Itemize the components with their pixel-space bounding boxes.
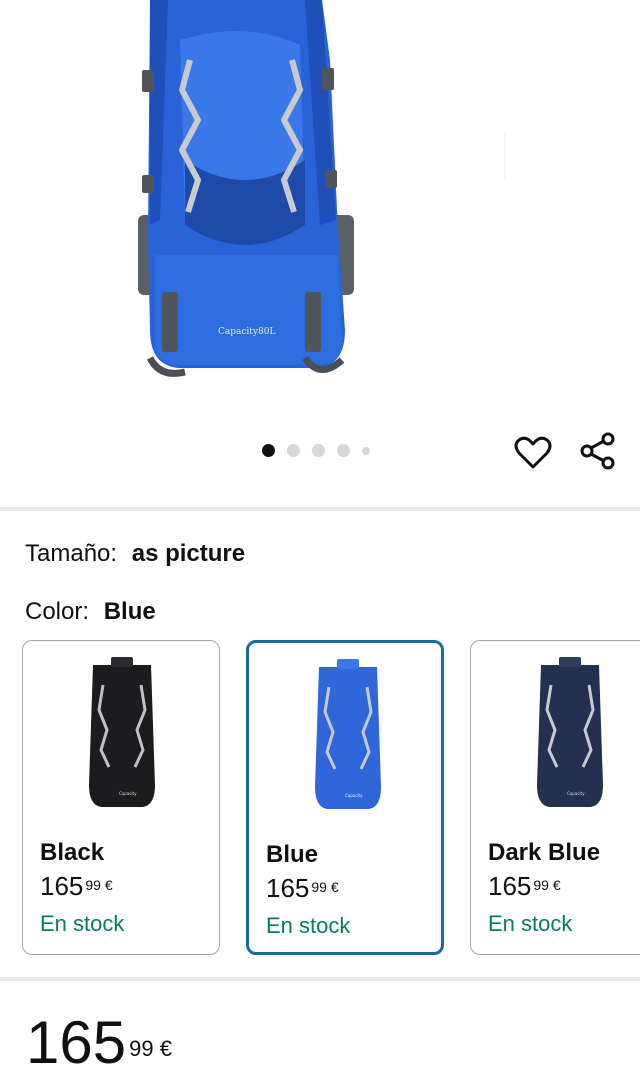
color-swatch-list: Capacity Black 165 99 € En stock Capacity… [22, 640, 640, 958]
product-price: 165 99 € [26, 1010, 172, 1076]
swatch-blue[interactable]: Capacity Blue 165 99 € En stock [246, 640, 444, 955]
swatch-black[interactable]: Capacity Black 165 99 € En stock [22, 640, 220, 955]
dark-blue-backpack-thumbnail: Capacity [537, 657, 603, 807]
carousel-dot[interactable] [312, 444, 325, 457]
image-carousel-dots[interactable] [262, 444, 370, 457]
swatch-name: Dark Blue [488, 839, 601, 866]
blue-backpack-thumbnail: Capacity [315, 659, 381, 809]
color-label: Color: [25, 598, 90, 625]
color-selector-heading: Color: Blue [25, 598, 156, 626]
size-value: as picture [131, 540, 246, 567]
swatch-price: 165 99 € [488, 871, 561, 901]
swatch-price: 165 99 € [40, 871, 113, 901]
price-fraction: 99 € [129, 1036, 172, 1061]
svg-text:Capacity: Capacity [345, 793, 363, 798]
product-page: Capacity80L Tamaño: as picture Color: Bl… [0, 0, 640, 1085]
share-icon [580, 432, 615, 470]
section-divider [0, 977, 640, 981]
wishlist-button[interactable] [513, 433, 553, 473]
carousel-dot[interactable] [362, 446, 370, 455]
color-value: Blue [103, 598, 156, 625]
backpack-illustration: Capacity80L [138, 0, 506, 377]
svg-text:Capacity: Capacity [119, 791, 137, 796]
carousel-dot[interactable] [337, 444, 350, 457]
product-image[interactable]: Capacity80L [0, 0, 640, 430]
swatch-name: Black [40, 839, 105, 866]
price-whole: 165 [26, 1009, 127, 1076]
svg-text:Capacity: Capacity [567, 791, 585, 796]
carousel-dot[interactable] [262, 444, 275, 457]
swatch-dark-blue[interactable]: Capacity Dark Blue 165 99 € En stock [470, 640, 640, 955]
size-label: Tamaño: [25, 540, 118, 567]
swatch-stock-status: En stock [488, 911, 573, 936]
section-divider [0, 507, 640, 511]
size-selector[interactable]: Tamaño: as picture [25, 540, 245, 568]
swatch-name: Blue [266, 841, 319, 868]
heart-icon [514, 436, 552, 469]
share-button[interactable] [578, 431, 618, 471]
swatch-stock-status: En stock [266, 913, 351, 938]
swatch-price: 165 99 € [266, 873, 339, 903]
swatch-stock-status: En stock [40, 911, 125, 936]
black-backpack-thumbnail: Capacity [89, 657, 155, 807]
carousel-dot[interactable] [287, 444, 300, 457]
svg-text:Capacity80L: Capacity80L [218, 327, 275, 337]
